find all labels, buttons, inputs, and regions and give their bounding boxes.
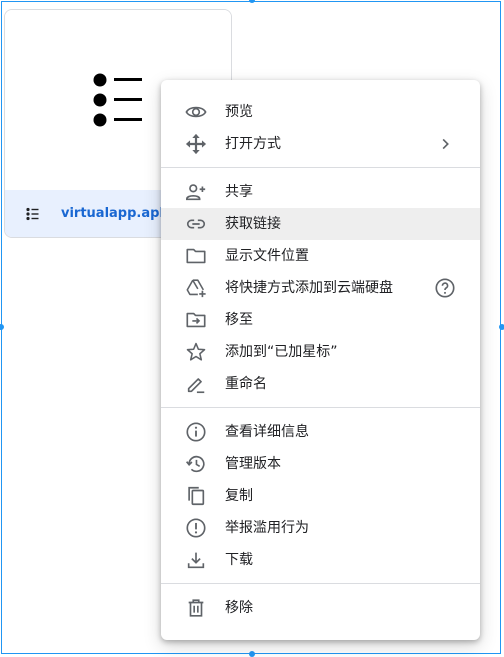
person-add-icon [185,181,207,203]
drive-shortcut-icon [185,277,207,299]
menu-item-remove[interactable]: 移除 [161,592,480,624]
chevron-right-icon [434,133,456,155]
menu-item-download[interactable]: 下载 [161,544,480,576]
menu-item-get-link[interactable]: 获取链接 [161,208,480,240]
menu-item-label: 获取链接 [225,216,281,232]
menu-item-move-to[interactable]: 移至 [161,304,480,336]
trash-icon [185,597,207,619]
menu-item-label: 显示文件位置 [225,248,309,264]
history-icon [185,453,207,475]
star-icon [185,341,207,363]
menu-item-label: 重命名 [225,376,267,392]
menu-item-label: 共享 [225,184,253,200]
menu-item-label: 打开方式 [225,136,281,152]
file-name[interactable]: virtualapp.apk [61,206,168,221]
menu-item-label: 移除 [225,600,253,616]
menu-item-label: 添加到“已加星标” [225,344,338,360]
pencil-icon [185,373,207,395]
move-to-folder-icon [185,309,207,331]
download-icon [185,549,207,571]
link-icon [185,213,207,235]
folder-icon [185,245,207,267]
menu-item-label: 管理版本 [225,456,281,472]
menu-item-add-shortcut[interactable]: 将快捷方式添加到云端硬盘 [161,272,480,304]
menu-item-label: 将快捷方式添加到云端硬盘 [225,280,393,296]
menu-item-details[interactable]: 查看详细信息 [161,416,480,448]
menu-item-rename[interactable]: 重命名 [161,368,480,400]
menu-item-add-star[interactable]: 添加到“已加星标” [161,336,480,368]
context-menu: 预览 打开方式 共享 获取链接 显示文件位置 将快捷方式添加到云端硬盘 移至 添… [161,80,480,640]
copy-icon [185,485,207,507]
report-icon [185,517,207,539]
menu-item-show-location[interactable]: 显示文件位置 [161,240,480,272]
menu-item-manage-versions[interactable]: 管理版本 [161,448,480,480]
info-icon [185,421,207,443]
menu-item-preview[interactable]: 预览 [161,96,480,128]
menu-divider [161,407,480,408]
eye-icon [185,101,207,123]
resize-handle-right[interactable] [499,324,504,330]
menu-item-open-with[interactable]: 打开方式 [161,128,480,160]
menu-item-label: 下载 [225,552,253,568]
help-icon[interactable] [434,277,456,299]
resize-handle-bottom[interactable] [249,651,255,657]
menu-item-report-abuse[interactable]: 举报滥用行为 [161,512,480,544]
list-icon [26,207,39,220]
menu-item-share[interactable]: 共享 [161,176,480,208]
menu-item-label: 复制 [225,488,253,504]
menu-item-copy[interactable]: 复制 [161,480,480,512]
menu-divider [161,167,480,168]
move-arrows-icon [185,133,207,155]
menu-divider [161,583,480,584]
menu-item-label: 移至 [225,312,253,328]
menu-item-label: 查看详细信息 [225,424,309,440]
menu-item-label: 举报滥用行为 [225,520,309,536]
menu-item-label: 预览 [225,104,253,120]
